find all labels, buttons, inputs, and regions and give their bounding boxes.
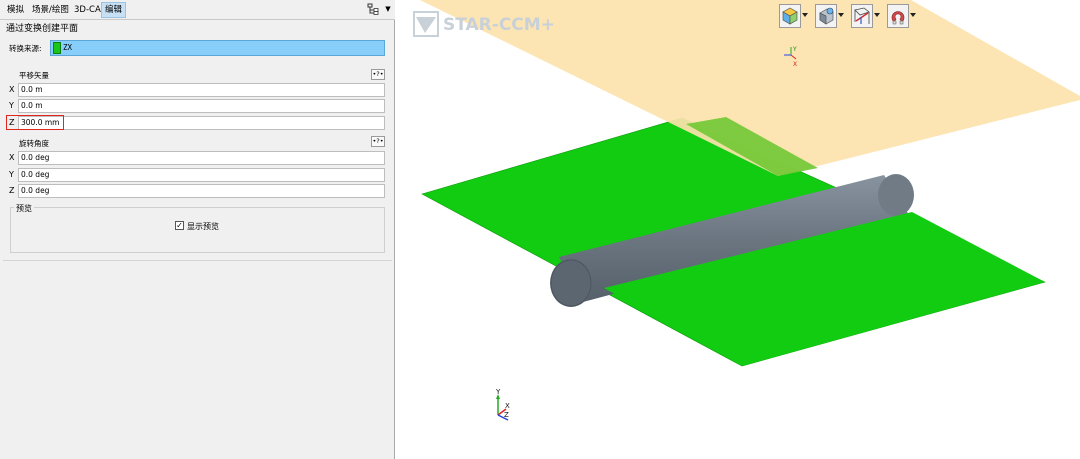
triad-bottom-y-label: Y: [495, 388, 501, 396]
view-cube-icon: [782, 7, 798, 25]
triad-top-x-label: X: [793, 61, 797, 68]
rotation-x-input[interactable]: 0.0 deg: [18, 151, 385, 165]
panel-divider: [3, 260, 392, 261]
render-mode-icon: [819, 7, 834, 25]
tab-edit[interactable]: 编辑: [101, 2, 127, 18]
translation-y-label: Y: [9, 101, 14, 110]
preview-group-label: 预览: [14, 203, 34, 214]
panel-title: 通过变换创建平面: [6, 24, 79, 34]
chevron-down-icon[interactable]: [910, 13, 916, 17]
source-plane-value: ZX: [63, 43, 73, 52]
logo-text: STAR-CCM+: [443, 15, 555, 35]
source-plane-field[interactable]: ZX: [50, 40, 385, 56]
translation-z-input[interactable]: 300.0 mm: [18, 116, 385, 130]
translation-x-label: X: [9, 85, 15, 94]
triad-bottom-x-label: X: [505, 402, 510, 410]
clip-plane-icon: [854, 7, 870, 24]
triad-top-y-label: Y: [792, 46, 797, 53]
show-preview-checkbox[interactable]: ✓: [175, 221, 184, 230]
render-mode-button[interactable]: [815, 4, 844, 30]
clip-plane-button[interactable]: [851, 4, 880, 30]
chevron-down-icon[interactable]: [874, 13, 880, 17]
rotation-x-label: X: [9, 153, 15, 162]
tree-view-icon[interactable]: [367, 3, 379, 15]
show-preview-label[interactable]: 显示预览: [187, 221, 219, 232]
rotation-z-label: Z: [9, 186, 15, 195]
chevron-down-icon[interactable]: [802, 13, 808, 17]
source-label: 转换来源:: [9, 44, 42, 53]
star-ccm-logo-icon: [413, 11, 439, 37]
translation-options-button[interactable]: •?•: [371, 69, 385, 80]
chevron-down-icon[interactable]: [838, 13, 844, 17]
z-field-highlight-box: [6, 115, 64, 130]
rotation-angle-label: 旋转角度: [19, 139, 49, 148]
panel-tabbar: 模拟 场景/绘图 3D-CAD 编辑 ▼: [0, 0, 395, 20]
magnet-icon: [891, 11, 905, 25]
translation-y-input[interactable]: 0.0 m: [18, 99, 385, 113]
triad-bottom-z-label: Z: [504, 411, 509, 419]
tab-simulation[interactable]: 模拟: [4, 3, 27, 17]
translation-vector-label: 平移矢量: [19, 71, 49, 80]
view-cube-button[interactable]: [779, 4, 808, 30]
rotation-options-button[interactable]: •?•: [371, 136, 385, 147]
translation-x-input[interactable]: 0.0 m: [18, 83, 385, 97]
plane-color-swatch: [53, 42, 61, 54]
panel-menu-dropdown-icon[interactable]: ▼: [383, 3, 393, 15]
rotation-y-label: Y: [9, 170, 14, 179]
rotation-z-input[interactable]: 0.0 deg: [18, 184, 385, 198]
rotation-y-input[interactable]: 0.0 deg: [18, 168, 385, 182]
magnet-button[interactable]: [887, 4, 916, 30]
scene-canvas[interactable]: Y X Y X Z: [396, 0, 1080, 459]
properties-panel: 模拟 场景/绘图 3D-CAD 编辑 ▼ 通过变换创建平面 转换来源: ZX 平…: [0, 0, 395, 459]
tab-scenes-plots[interactable]: 场景/绘图: [29, 3, 72, 17]
3d-viewport[interactable]: Y X Y X Z STAR-CCM+: [396, 0, 1080, 459]
